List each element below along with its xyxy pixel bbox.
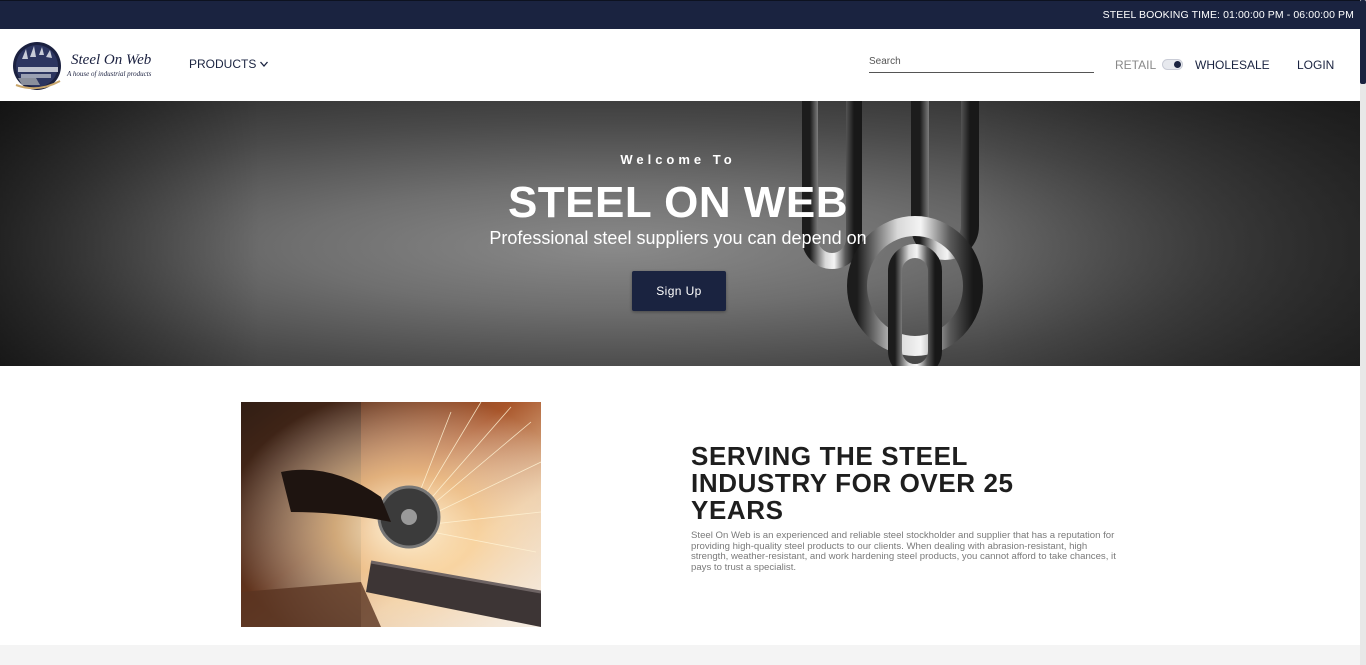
logo-mark-icon [13,42,61,90]
grinding-photo [241,402,541,627]
booking-time-text: STEEL BOOKING TIME: 01:00:00 PM - 06:00:… [1102,9,1354,21]
hero-banner: Welcome To STEEL ON WEB Professional ste… [0,101,1360,366]
products-menu[interactable]: PRODUCTS [189,57,269,71]
scrollbar-thumb[interactable] [1360,0,1366,84]
logo-tagline: A house of industrial products [67,70,152,78]
about-section: SERVING THE STEEL INDUSTRY FOR OVER 25 Y… [0,366,1360,645]
logo-name: Steel On Web [71,52,152,68]
retail-label[interactable]: RETAIL [1115,58,1156,72]
retail-wholesale-toggle[interactable] [1162,59,1183,70]
site-header: Steel On Web A house of industrial produ… [0,29,1360,101]
page-scrollbar[interactable] [1360,0,1366,665]
chevron-down-icon [260,61,269,67]
products-menu-label: PRODUCTS [189,57,257,71]
hero-title: STEEL ON WEB [507,178,849,227]
about-description: Steel On Web is an experienced and relia… [691,530,1116,573]
login-link[interactable]: LOGIN [1297,58,1334,72]
hero-subtitle: Professional steel suppliers you can dep… [489,228,867,248]
hero-welcome-text: Welcome To [620,152,736,167]
toggle-knob [1174,61,1181,68]
grinding-sparks-image [241,402,541,627]
wholesale-label[interactable]: WHOLESALE [1195,58,1270,72]
search-input[interactable] [869,51,1094,73]
sign-up-button[interactable]: Sign Up [632,271,726,311]
logo[interactable]: Steel On Web A house of industrial produ… [12,41,162,91]
top-info-bar: STEEL BOOKING TIME: 01:00:00 PM - 06:00:… [0,0,1366,29]
about-title: SERVING THE STEEL INDUSTRY FOR OVER 25 Y… [691,441,1014,525]
